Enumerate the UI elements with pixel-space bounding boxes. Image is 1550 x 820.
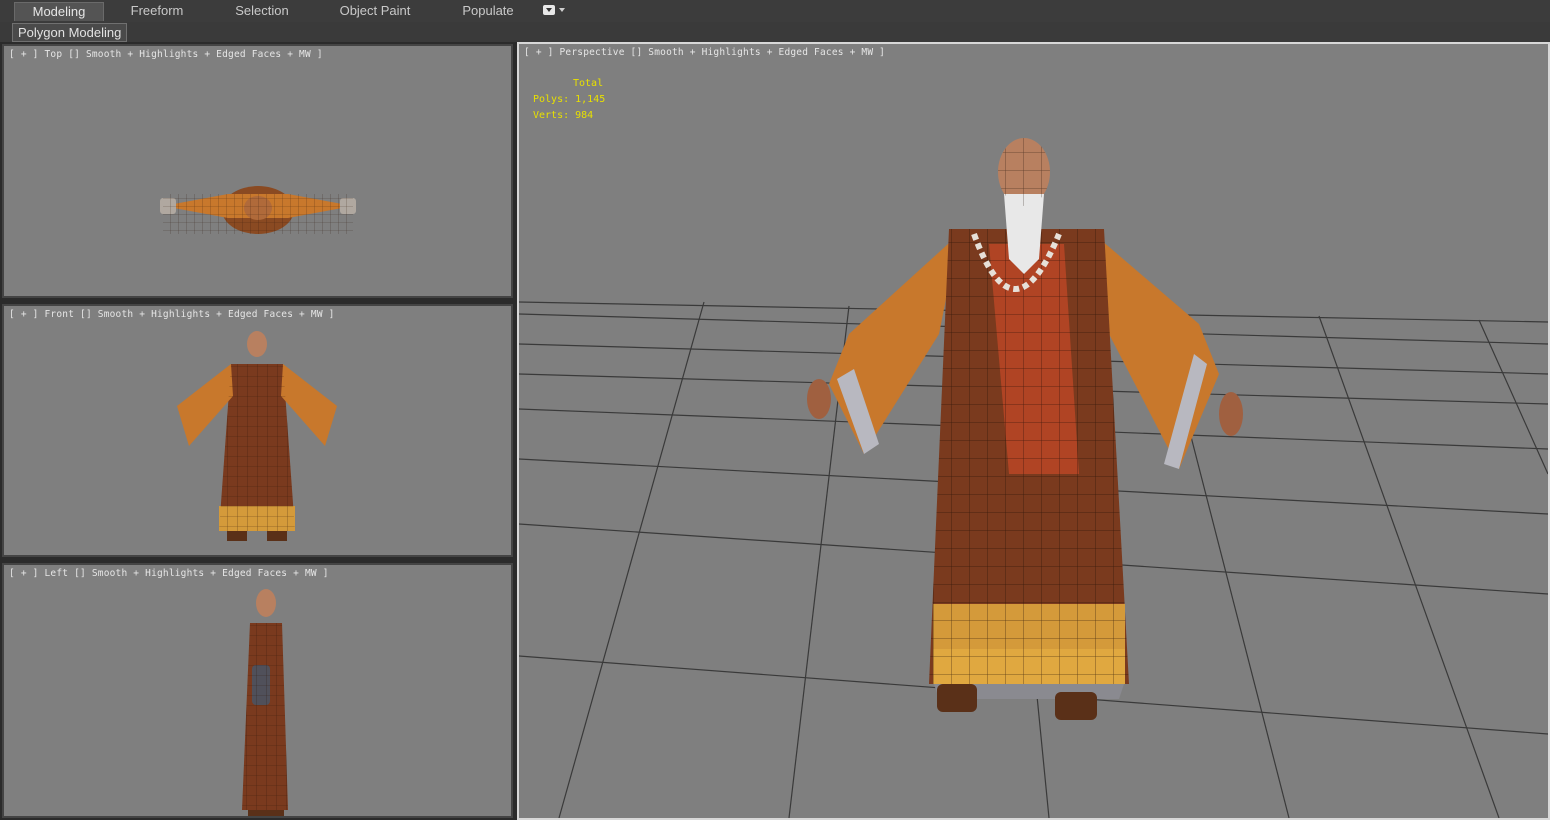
polygon-modeling-panel-label[interactable]: Polygon Modeling [12, 23, 128, 42]
viewport-front[interactable]: [ + ] Front [] Smooth + Highlights + Edg… [2, 304, 513, 557]
viewport-perspective[interactable]: [ + ] Perspective [] Smooth + Highlights… [517, 42, 1550, 820]
tab-freeform[interactable]: Freeform [112, 2, 202, 20]
chevron-down-icon [559, 8, 565, 12]
perspective-scene [519, 138, 1548, 818]
monk-character-model [807, 138, 1243, 720]
stats-total-label: Total [573, 78, 604, 89]
ribbon-panel-bar: Polygon Modeling [0, 22, 1550, 42]
ribbon-minimize-dropdown[interactable] [543, 5, 569, 17]
tab-populate[interactable]: Populate [448, 2, 528, 20]
tab-object-paint[interactable]: Object Paint [330, 2, 420, 20]
stats-verts: Verts: 984 [533, 110, 594, 121]
tab-selection[interactable]: Selection [216, 2, 308, 20]
viewport-perspective-label[interactable]: [ + ] Perspective [] Smooth + Highlights… [524, 47, 885, 58]
front-view-model [177, 331, 337, 541]
tab-modeling[interactable]: Modeling [14, 2, 104, 21]
viewport-left[interactable]: [ + ] Left [] Smooth + Highlights + Edge… [2, 563, 513, 818]
viewport-top[interactable]: [ + ] Top [] Smooth + Highlights + Edged… [2, 44, 513, 298]
viewport-top-label[interactable]: [ + ] Top [] Smooth + Highlights + Edged… [9, 49, 323, 60]
top-view-model [160, 186, 356, 234]
dropdown-icon [543, 5, 555, 15]
ribbon-tab-bar: Modeling Freeform Selection Object Paint… [0, 0, 1550, 23]
left-view-model [242, 589, 288, 816]
viewport-front-label[interactable]: [ + ] Front [] Smooth + Highlights + Edg… [9, 309, 335, 320]
stats-polys: Polys: 1,145 [533, 94, 606, 105]
viewport-left-label[interactable]: [ + ] Left [] Smooth + Highlights + Edge… [9, 568, 329, 579]
